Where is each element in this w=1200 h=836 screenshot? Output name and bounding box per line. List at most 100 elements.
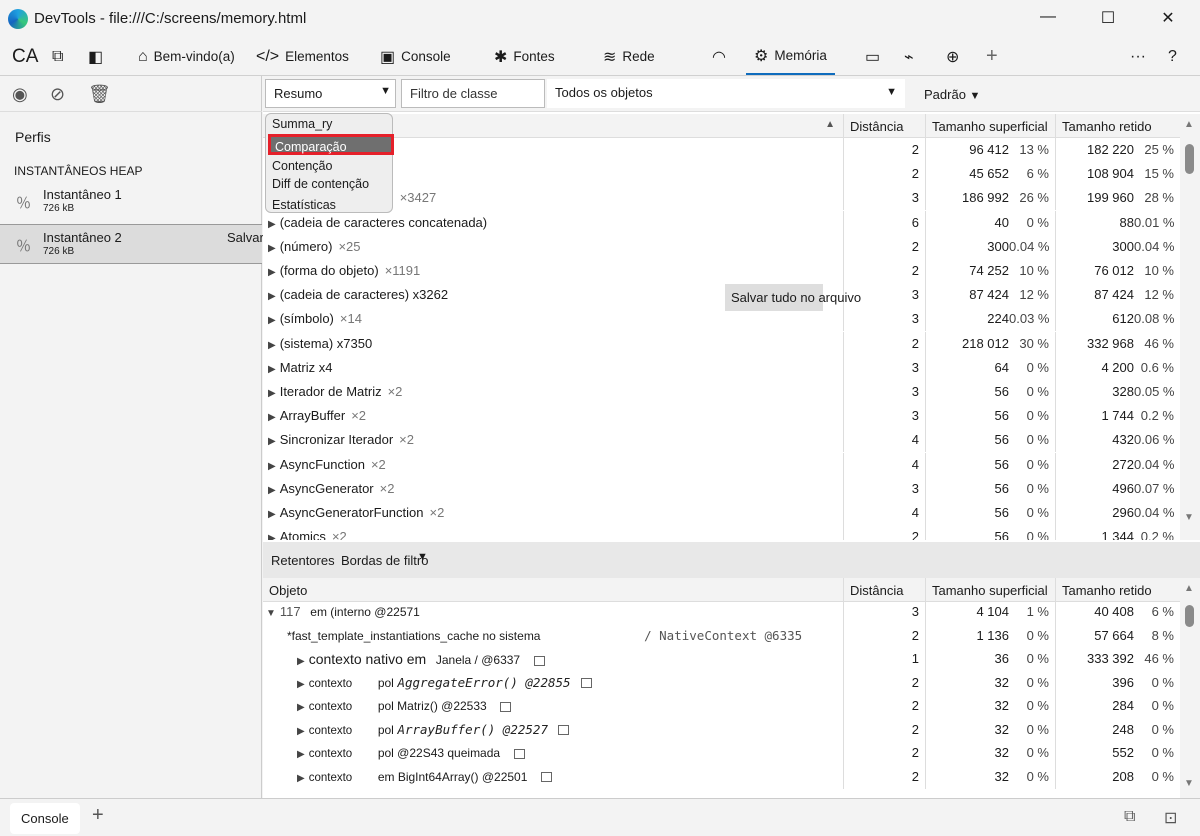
expand-triangle-icon[interactable]: ▶: [297, 726, 305, 737]
reveal-icon[interactable]: [557, 725, 569, 736]
expand-triangle-icon[interactable]: ▼: [266, 608, 276, 619]
expand-triangle-icon[interactable]: ▶: [297, 679, 305, 690]
tab-memory[interactable]: ⚙ Memória: [746, 38, 835, 75]
close-button[interactable]: ✕: [1153, 8, 1183, 28]
table-row[interactable]: ▶×34273 186 99226 % 199 96028 %: [263, 186, 1180, 211]
dock-side-icon[interactable]: ◧: [88, 38, 103, 75]
retainer-row[interactable]: ▶ contexto pol Matriz() @22533 2 32 0 % 28…: [263, 694, 1180, 718]
expand-triangle-icon[interactable]: ▶: [268, 219, 276, 230]
tab-console[interactable]: ▣ Console: [380, 38, 451, 75]
expand-triangle-icon[interactable]: ▶: [297, 656, 305, 667]
menu-item-comparison[interactable]: Comparação: [268, 134, 394, 155]
snapshot-item[interactable]: ％ Instantâneo 1 726 kB: [0, 182, 262, 222]
filter-edges-select[interactable]: Bordas de filtro: [341, 553, 428, 568]
table-row[interactable]: ▶ Iterador de Matriz ×2 3 56 0 % 3280.05 %: [263, 380, 1180, 404]
expand-triangle-icon[interactable]: ▶: [297, 749, 305, 760]
menu-item-summary[interactable]: Summa_ry: [272, 117, 332, 131]
retainer-row[interactable]: ▶ contexto pol ArrayBuffer() @22527 2 32 0 …: [263, 717, 1180, 742]
shallow-size-header[interactable]: Tamanho superficial: [925, 578, 1055, 601]
table-row[interactable]: ▶ AsyncFunction ×2 4 56 0 % 2720.04 %: [263, 452, 1180, 477]
table-row[interactable]: ▶ (símbolo) ×14 3 2240.03 % 6120.08 %: [263, 307, 1180, 332]
scroll-thumb[interactable]: [1185, 144, 1194, 174]
table-row[interactable]: ▶ ArrayBuffer ×2 3 56 0 % 1 744 0.2 %: [263, 404, 1180, 429]
distance-header[interactable]: Distância: [843, 578, 925, 601]
expand-triangle-icon[interactable]: ▶: [268, 533, 276, 540]
retainer-row[interactable]: ▶ contexto pol AggregateError() @22855 2 3…: [263, 670, 1180, 695]
tab-globe[interactable]: ⊕: [946, 38, 959, 75]
device-emulation-icon[interactable]: ⧉: [52, 38, 63, 75]
expand-triangle-icon[interactable]: ▶: [268, 364, 276, 375]
table-row[interactable]: ▶ (forma do objeto) ×1191 2 74 252 10 % 76 0…: [263, 259, 1180, 283]
retained-size-header[interactable]: Tamanho retido: [1055, 578, 1180, 601]
tab-performance[interactable]: ◠: [712, 38, 726, 75]
expand-triangle-icon[interactable]: ▶: [297, 773, 305, 784]
table-row[interactable]: ▶ Atomics ×2 2 56 0 % 1 344 0.2 %: [263, 525, 1180, 540]
tab-welcome[interactable]: ⌂ Bem-vindo(a): [138, 38, 235, 75]
class-filter-input[interactable]: Filtro de classe: [401, 79, 545, 108]
tab-network[interactable]: ≋ Rede: [603, 38, 655, 75]
record-icon[interactable]: ◉: [12, 84, 28, 105]
table-row[interactable]: ▶2 45 6526 % 108 90415 %: [263, 162, 1180, 187]
expand-triangle-icon[interactable]: ▶: [268, 461, 276, 472]
dock-drawer-icon[interactable]: ⧉: [1124, 808, 1135, 826]
reveal-icon[interactable]: [580, 678, 592, 689]
table-row[interactable]: ▶ (sistema) x7350 2 218 012 30 % 332 968 46 …: [263, 331, 1180, 356]
snapshot-item-selected[interactable]: ％ Instantâneo 2 726 kB Salvar: [0, 224, 264, 264]
scroll-thumb[interactable]: [1185, 605, 1194, 627]
distance-header[interactable]: Distância: [843, 114, 925, 137]
tab-sources[interactable]: ✱ Fontes: [494, 38, 555, 75]
menu-item-containment[interactable]: Contenção: [272, 159, 332, 173]
save-all-to-file-button[interactable]: Salvar tudo no arquivo: [725, 284, 861, 311]
retainer-row[interactable]: ▶ contexto pol @22S43 queimada 2 32 0 % 55…: [263, 741, 1180, 765]
retainer-row[interactable]: ▼ 117 em (interno @22571 3 4 104 1 % 40 40…: [263, 600, 1180, 624]
retainers-tab[interactable]: Retentores: [271, 553, 335, 568]
save-snapshot-button[interactable]: Salvar: [227, 230, 264, 245]
more-tools-button[interactable]: ···: [1130, 38, 1146, 75]
expand-triangle-icon[interactable]: ▶: [268, 412, 276, 423]
trash-icon[interactable]: 🗑: [88, 84, 111, 105]
view-select[interactable]: Resumo ▼: [265, 79, 396, 108]
table-row[interactable]: ▶ (número) ×25 2 3000.04 % 3000.04 %: [263, 234, 1180, 259]
inspect-icon[interactable]: CA: [12, 38, 38, 75]
minimize-button[interactable]: —: [1033, 8, 1063, 26]
menu-item-containment-diff[interactable]: Diff de contenção: [272, 177, 369, 191]
expand-triangle-icon[interactable]: ▶: [268, 243, 276, 254]
reveal-icon[interactable]: [500, 701, 512, 712]
collapse-drawer-icon[interactable]: ⊡: [1164, 808, 1177, 828]
expand-triangle-icon[interactable]: ▶: [268, 291, 276, 302]
expand-triangle-icon[interactable]: ▶: [297, 702, 305, 713]
retainer-row[interactable]: ▶ contexto nativo em Janela / @6337 1 36 0…: [263, 647, 1180, 671]
add-drawer-tab-button[interactable]: +: [92, 804, 104, 827]
table-row[interactable]: ▶ (cadeia de caracteres concatenada) 6 40 0…: [263, 210, 1180, 235]
tab-elements[interactable]: </> Elementos: [256, 38, 349, 75]
drawer-tab-console[interactable]: Console: [10, 803, 80, 834]
ordering-select[interactable]: Padrão ▼: [924, 87, 980, 102]
upper-scrollbar[interactable]: ▲ ▼: [1180, 114, 1200, 540]
help-button[interactable]: ?: [1168, 38, 1177, 75]
maximize-button[interactable]: ☐: [1093, 8, 1123, 28]
expand-triangle-icon[interactable]: ▶: [268, 315, 276, 326]
reveal-icon[interactable]: [513, 748, 525, 759]
table-row[interactable]: ▶ Matriz x4 3 64 0 % 4 200 0.6 %: [263, 355, 1180, 380]
table-row[interactable]: ▶ (cadeia de caracteres) x3262 3 87 424 12 …: [263, 283, 1180, 308]
table-row[interactable]: ▶ AsyncGeneratorFunction ×2 4 56 0 % 2960.04…: [263, 501, 1180, 525]
expand-triangle-icon[interactable]: ▶: [268, 267, 276, 278]
expand-triangle-icon[interactable]: ▶: [268, 340, 276, 351]
retainer-row[interactable]: ▶ contexto em BigInt64Array() @22501 2 32…: [263, 764, 1180, 789]
tab-application[interactable]: ▭: [865, 38, 880, 75]
reveal-icon[interactable]: [533, 655, 545, 666]
table-row[interactable]: ▶ AsyncGenerator ×2 3 56 0 % 4960.07 %: [263, 476, 1180, 501]
retained-size-header[interactable]: Tamanho retido: [1055, 114, 1180, 137]
table-row[interactable]: ▶ Sincronizar Iterador ×2 4 56 0 % 4320.06 %: [263, 428, 1180, 453]
clear-icon[interactable]: ⊘: [50, 84, 65, 105]
add-tab-button[interactable]: +: [986, 38, 998, 75]
table-row[interactable]: ▶2 96 41213 % 182 22025 %: [263, 138, 1180, 162]
retainer-row[interactable]: *fast_template_instantiations_cache no s…: [263, 623, 1180, 648]
shallow-size-header[interactable]: Tamanho superficial: [925, 114, 1055, 137]
lower-scrollbar[interactable]: ▲ ▼: [1180, 578, 1200, 798]
tab-plug[interactable]: ⌁: [904, 38, 914, 75]
menu-item-statistics[interactable]: Estatísticas: [272, 198, 336, 212]
expand-triangle-icon[interactable]: ▶: [268, 436, 276, 447]
expand-triangle-icon[interactable]: ▶: [268, 509, 276, 520]
reveal-icon[interactable]: [541, 772, 553, 783]
